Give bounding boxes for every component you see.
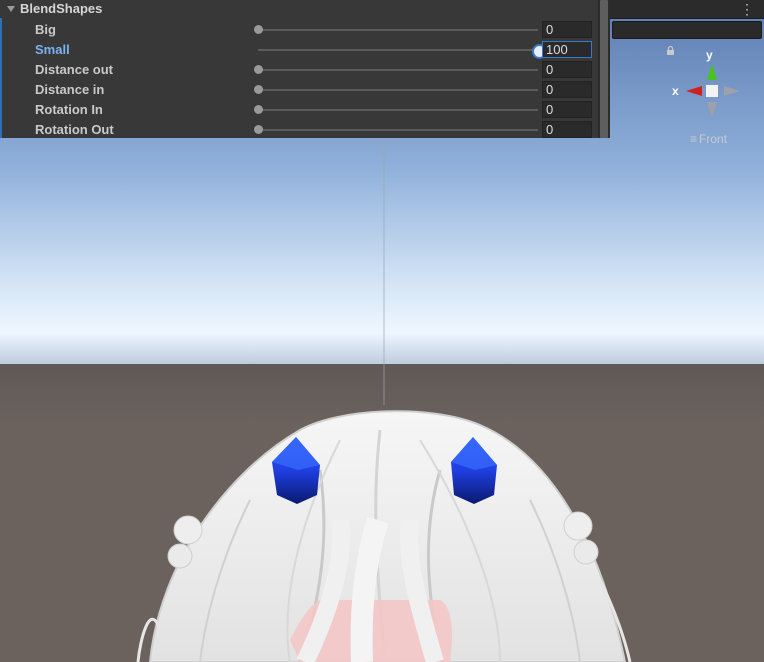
blendshape-row: Distance out 0 — [0, 60, 598, 80]
blendshapes-foldout[interactable]: BlendShapes — [0, 0, 598, 18]
slider-handle[interactable] — [254, 85, 263, 94]
slider-handle[interactable] — [254, 105, 263, 114]
blendshape-label: Distance out — [35, 62, 114, 77]
more-menu-icon[interactable]: ⋮ — [740, 0, 754, 18]
scene-viewport[interactable]: ⋮ y x ≡ Front BlendShapes Big 0 Small 100 Dis… — [0, 0, 764, 662]
blendshape-label: Rotation In — [35, 102, 103, 117]
axis-x-label: x — [672, 84, 679, 98]
blendshape-value-field[interactable]: 0 — [542, 81, 592, 98]
fold-arrow-icon — [7, 6, 15, 12]
hamburger-icon: ≡ — [690, 132, 698, 146]
blendshapes-panel: BlendShapes Big 0 Small 100 Distance out 0 Dis… — [0, 0, 599, 138]
view-mode-text: Front — [699, 132, 728, 146]
view-mode-label[interactable]: ≡ Front — [690, 132, 727, 146]
axis-y-label: y — [706, 48, 713, 62]
scrollbar-thumb[interactable] — [600, 0, 608, 138]
slider-track[interactable] — [258, 49, 538, 51]
blendshape-slider[interactable] — [254, 102, 538, 118]
slider-track[interactable] — [258, 29, 538, 31]
blendshape-value-field[interactable]: 0 — [542, 101, 592, 118]
blendshape-row: Big 0 — [0, 20, 598, 40]
blendshape-row: Distance in 0 — [0, 80, 598, 100]
x-axis-cone — [686, 86, 702, 96]
blendshape-slider[interactable] — [254, 22, 538, 38]
blendshape-label: Small — [35, 42, 70, 57]
blendshape-slider[interactable] — [254, 122, 538, 138]
inspector-scrollbar[interactable] — [598, 0, 610, 138]
slider-handle[interactable] — [254, 125, 263, 134]
blendshape-slider[interactable] — [254, 82, 538, 98]
section-title: BlendShapes — [20, 1, 103, 16]
orientation-gizmo[interactable]: y x ≡ Front — [666, 46, 758, 146]
blendshape-row: Rotation In 0 — [0, 100, 598, 120]
gizmo-center-cube — [706, 85, 718, 97]
scene-search-field[interactable] — [612, 21, 762, 39]
blendshape-row: Small 100 — [0, 40, 598, 60]
blendshape-slider[interactable] — [258, 42, 547, 59]
slider-track[interactable] — [258, 69, 538, 71]
blendshape-slider[interactable] — [254, 62, 538, 78]
neg-x-axis-cone — [724, 86, 740, 96]
blendshape-label: Rotation Out — [35, 122, 114, 137]
lock-icon[interactable] — [666, 46, 675, 55]
y-axis-cone — [707, 64, 717, 80]
slider-track[interactable] — [258, 129, 538, 131]
slider-track[interactable] — [258, 89, 538, 91]
slider-handle[interactable] — [254, 25, 263, 34]
blendshape-value-field[interactable]: 0 — [542, 61, 592, 78]
neg-y-axis-cone — [707, 102, 717, 118]
blendshape-label: Big — [35, 22, 56, 37]
slider-handle[interactable] — [254, 65, 263, 74]
blendshape-row: Rotation Out 0 — [0, 120, 598, 140]
blendshape-label: Distance in — [35, 82, 105, 97]
blendshape-value-field[interactable]: 0 — [542, 21, 592, 38]
blendshape-value-field[interactable]: 100 — [542, 41, 592, 58]
slider-track[interactable] — [258, 109, 538, 111]
scene-toolbar: ⋮ — [610, 0, 764, 19]
blendshape-value-field[interactable]: 0 — [542, 121, 592, 138]
